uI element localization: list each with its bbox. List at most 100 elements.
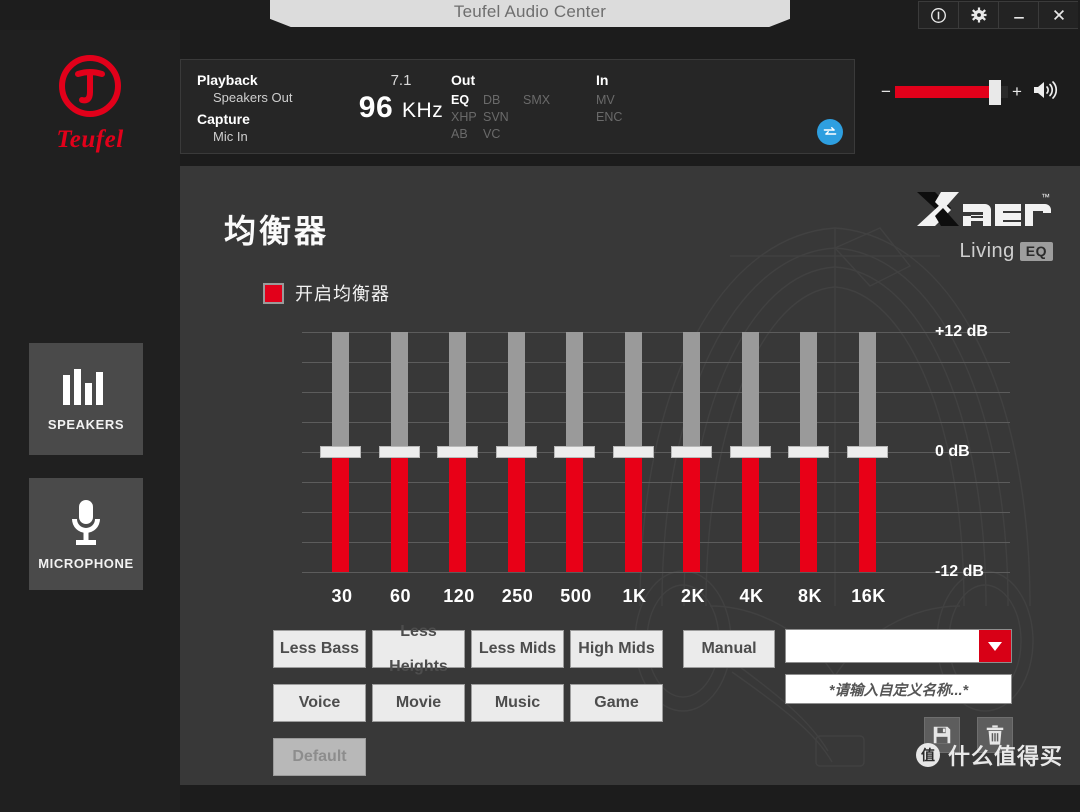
- speaker-volume-icon[interactable]: [1032, 79, 1060, 106]
- eq-band-fill: [858, 452, 876, 572]
- preset-button-movie[interactable]: Movie: [372, 684, 465, 722]
- eq-band-thumb[interactable]: [846, 446, 888, 458]
- eq-band-thumb[interactable]: [495, 446, 537, 458]
- eq-band-60[interactable]: [371, 326, 431, 576]
- out-label: Out: [451, 72, 476, 88]
- rate-group: 7.1 96 KHz: [336, 72, 466, 125]
- eq-band-thumb[interactable]: [729, 446, 771, 458]
- eq-band-250[interactable]: [488, 326, 548, 576]
- eq-band-thumb[interactable]: [378, 446, 420, 458]
- teufel-mark-icon: [59, 55, 121, 117]
- playback-device: Speakers Out: [213, 90, 293, 105]
- eq-db-label-0: 0 dB: [935, 443, 970, 460]
- enable-eq-label: 开启均衡器: [295, 284, 390, 304]
- volume-slider-fill: [895, 86, 995, 98]
- out-tag-vc: VC: [483, 127, 501, 141]
- volume-plus-button[interactable]: +: [1011, 82, 1023, 102]
- swap-arrows-icon[interactable]: [817, 119, 843, 145]
- eq-band-16K[interactable]: [839, 326, 899, 576]
- sidebar-item-label-speakers: SPEAKERS: [47, 416, 125, 432]
- eq-db-label-12: +12 dB: [935, 323, 988, 340]
- capture-device: Mic In: [213, 129, 248, 144]
- eq-band-2K[interactable]: [663, 326, 723, 576]
- sidebar: Teufel SPEAKERS MICROPHONE: [0, 30, 180, 812]
- eq-band-fill: [390, 452, 408, 572]
- eq-band-fill: [507, 452, 525, 572]
- eq-band-thumb[interactable]: [788, 446, 829, 458]
- eq-band-8K[interactable]: [780, 326, 840, 576]
- eq-band-thumb[interactable]: [612, 446, 654, 458]
- preset-button-less-bass[interactable]: Less Bass: [273, 630, 366, 668]
- out-effects-group: Out EQ DB SMX XHP SVN AB VC: [451, 72, 550, 141]
- preset-button-manual[interactable]: Manual: [683, 630, 775, 668]
- in-tag-grid: MV ENC: [596, 93, 622, 124]
- eq-band-4K[interactable]: [722, 326, 782, 576]
- preset-button-voice[interactable]: Voice: [273, 684, 366, 722]
- eq-panel: 均衡器 开启均衡器 ™ Living EQ 30 60 120 250 500 …: [180, 166, 1080, 785]
- close-icon[interactable]: [1038, 1, 1078, 29]
- preset-button-music[interactable]: Music: [471, 684, 564, 722]
- in-label: In: [596, 72, 609, 88]
- title-bar: Teufel Audio Center: [0, 0, 1080, 30]
- preset-dropdown[interactable]: [785, 629, 1012, 663]
- volume-slider-thumb[interactable]: [989, 80, 1002, 105]
- eq-frequency-label-250: 250: [501, 586, 534, 606]
- sidebar-item-speakers[interactable]: SPEAKERS: [29, 343, 143, 455]
- preset-button-high-mids[interactable]: High Mids: [570, 630, 663, 668]
- xear-wordmark-icon: ™: [917, 192, 1051, 226]
- xear-eq-badge: EQ: [1019, 242, 1053, 261]
- in-tag-enc: ENC: [596, 110, 623, 124]
- eq-frequency-label-500: 500: [560, 586, 592, 606]
- eq-frequency-label-4K: 4K: [739, 586, 764, 606]
- sidebar-item-label-microphone: MICROPHONE: [38, 555, 134, 571]
- eq-db-label--12: -12 dB: [935, 563, 984, 580]
- enable-eq-checkbox-row[interactable]: 开启均衡器: [263, 280, 390, 306]
- eq-band-fill: [624, 452, 642, 572]
- master-volume[interactable]: − +: [880, 77, 1065, 107]
- volume-slider-track[interactable]: [895, 80, 1008, 105]
- sample-rate-unit: KHz: [402, 99, 444, 122]
- preset-button-game[interactable]: Game: [570, 684, 663, 722]
- eq-band-120[interactable]: [429, 326, 489, 576]
- svg-text:™: ™: [1041, 192, 1050, 202]
- sample-rate: 96 KHz: [336, 91, 466, 125]
- eq-band-sliders: [302, 326, 1022, 576]
- eq-band-fill: [800, 452, 817, 572]
- eq-frequency-label-30: 30: [331, 586, 353, 606]
- volume-minus-button[interactable]: −: [880, 82, 892, 102]
- eq-band-30[interactable]: [312, 326, 372, 576]
- xear-living-eq: Living EQ: [913, 240, 1053, 263]
- eq-band-fill: [741, 452, 759, 572]
- eq-band-thumb[interactable]: [671, 446, 712, 458]
- in-effects-group: In MV ENC: [596, 72, 622, 124]
- in-tag-mv: MV: [596, 93, 615, 107]
- eq-band-1K[interactable]: [605, 326, 665, 576]
- window-controls: [918, 1, 1078, 29]
- eq-band-fill: [683, 452, 700, 572]
- xear-living-text: Living: [959, 240, 1015, 262]
- xear-logo: ™ Living EQ: [913, 186, 1053, 263]
- gear-icon[interactable]: [958, 1, 998, 29]
- minimize-icon[interactable]: [998, 1, 1038, 29]
- chevron-down-icon[interactable]: [979, 630, 1011, 662]
- eq-band-thumb[interactable]: [320, 446, 361, 458]
- eq-frequency-label-16K: 16K: [851, 586, 886, 606]
- sidebar-item-microphone[interactable]: MICROPHONE: [29, 478, 143, 590]
- custom-name-input[interactable]: *请输入自定义名称...*: [785, 674, 1012, 704]
- eq-band-500[interactable]: [546, 326, 606, 576]
- smzdm-badge-icon: 值: [915, 743, 940, 767]
- preset-button-less-mids[interactable]: Less Mids: [471, 630, 564, 668]
- enable-eq-checkbox[interactable]: [263, 282, 284, 304]
- eq-band-fill: [566, 452, 583, 572]
- out-tag-eq: EQ: [451, 93, 470, 107]
- eq-band-thumb[interactable]: [437, 446, 478, 458]
- window-title: Teufel Audio Center: [453, 2, 607, 21]
- eq-frequency-label-60: 60: [389, 586, 412, 606]
- eq-band-thumb[interactable]: [554, 446, 595, 458]
- microphone-icon: [72, 499, 100, 545]
- eq-frequency-label-2K: 2K: [680, 586, 705, 606]
- info-icon[interactable]: [918, 1, 958, 29]
- preset-button-less-heights[interactable]: Less Heights: [372, 623, 465, 675]
- eq-band-fill: [449, 452, 466, 572]
- eq-frequency-label-8K: 8K: [797, 586, 822, 606]
